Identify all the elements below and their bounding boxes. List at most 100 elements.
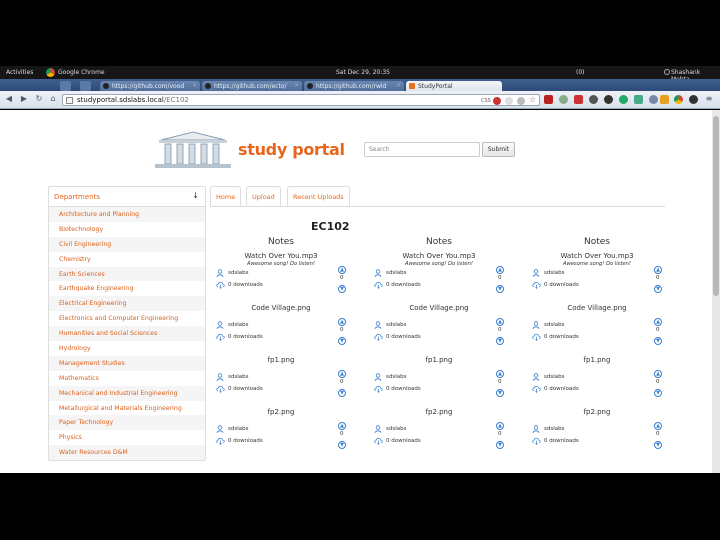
downvote-icon[interactable]: ▼ — [338, 337, 346, 345]
submit-button[interactable]: Submit — [482, 142, 515, 157]
downvote-icon[interactable]: ▼ — [338, 441, 346, 449]
upvote-icon[interactable]: ▲ — [496, 422, 504, 430]
file-name-link[interactable]: Code Village.png — [532, 304, 662, 312]
close-tab-icon[interactable]: × — [192, 82, 197, 89]
sidebar-item-department[interactable]: Metallurgical and Materials Engineering — [49, 401, 205, 416]
sidebar-item-department[interactable]: Civil Engineering — [49, 236, 205, 252]
extension-icon[interactable] — [574, 95, 583, 104]
extension-icon[interactable] — [619, 95, 628, 104]
tab-home[interactable]: Home — [210, 186, 242, 207]
extension-icon[interactable] — [559, 95, 568, 104]
downvote-icon[interactable]: ▼ — [654, 285, 662, 293]
block-icon[interactable] — [493, 97, 501, 105]
tab-studyportal[interactable]: StudyPortal — [406, 81, 502, 91]
extension-icon[interactable] — [660, 95, 669, 104]
uploader-name[interactable]: sdslabs — [228, 270, 248, 276]
uploader-name[interactable]: sdslabs — [228, 426, 248, 432]
sidebar-item-department[interactable]: Water Resources D&M — [49, 445, 205, 461]
upvote-icon[interactable]: ▲ — [338, 422, 346, 430]
sidebar-item-department[interactable]: Architecture and Planning — [49, 207, 205, 222]
tab-github-vood[interactable]: https://github.com/vood × — [100, 81, 200, 91]
site-title[interactable]: study portal — [238, 140, 345, 159]
tab-upload[interactable]: Upload — [246, 186, 281, 207]
sidebar-item-department[interactable]: Chemistry — [49, 252, 205, 267]
sidebar-item-department[interactable]: Humanities and Social Sciences — [49, 326, 205, 342]
downvote-icon[interactable]: ▼ — [338, 285, 346, 293]
close-tab-icon[interactable]: × — [396, 82, 401, 89]
clock[interactable]: Sat Dec 29, 20:35 — [336, 69, 390, 76]
downvote-icon[interactable]: ▼ — [496, 441, 504, 449]
downvote-icon[interactable]: ▼ — [496, 337, 504, 345]
departments-header[interactable]: Departments ↓ — [49, 187, 205, 207]
downvote-icon[interactable]: ▼ — [654, 441, 662, 449]
file-name-link[interactable]: fp2.png — [532, 408, 662, 416]
activities-button[interactable]: Activities — [6, 69, 33, 76]
extension-icon[interactable] — [544, 95, 553, 104]
sidebar-item-department[interactable]: Hydrology — [49, 341, 205, 356]
menu-wrench-icon[interactable]: ≡ — [704, 94, 714, 104]
sidebar-item-department[interactable]: Physics — [49, 430, 205, 445]
uploader-name[interactable]: sdslabs — [544, 374, 564, 380]
sidebar-item-department[interactable]: Mechanical and Industrial Engineering — [49, 385, 205, 401]
sidebar-item-department[interactable]: Mathematics — [49, 371, 205, 386]
forward-icon[interactable]: ▶ — [19, 94, 29, 104]
sidebar-item-department[interactable]: Paper Technology — [49, 415, 205, 431]
uploader-name[interactable]: sdslabs — [228, 322, 248, 328]
upvote-icon[interactable]: ▲ — [338, 370, 346, 378]
arrow-down-icon[interactable]: ↓ — [192, 191, 199, 200]
sidebar-item-department[interactable]: Earthquake Engineering — [49, 281, 205, 296]
downvote-icon[interactable]: ▼ — [496, 285, 504, 293]
file-name-link[interactable]: fp1.png — [216, 356, 346, 364]
back-icon[interactable]: ◀ — [4, 94, 14, 104]
extension-icon[interactable] — [634, 95, 643, 104]
css-badge[interactable]: CSS — [481, 98, 491, 104]
pinned-tab-gmail[interactable] — [60, 81, 71, 91]
uploader-name[interactable]: sdslabs — [544, 270, 564, 276]
uploader-name[interactable]: sdslabs — [544, 426, 564, 432]
home-icon[interactable]: ⌂ — [48, 94, 58, 104]
upvote-icon[interactable]: ▲ — [496, 266, 504, 274]
downvote-icon[interactable]: ▼ — [654, 389, 662, 397]
sidebar-item-department[interactable]: Biotechnology — [49, 222, 205, 237]
extension-icon[interactable] — [604, 95, 613, 104]
sidebar-item-department[interactable]: Electrical Engineering — [49, 296, 205, 312]
sidebar-item-department[interactable]: Earth Sciences — [49, 266, 205, 282]
page-scrollbar[interactable] — [712, 110, 720, 473]
upvote-icon[interactable]: ▲ — [496, 318, 504, 326]
file-name-link[interactable]: Code Village.png — [216, 304, 346, 312]
uploader-name[interactable]: sdslabs — [386, 426, 406, 432]
tab-github-rwld[interactable]: https://github.com/rwld × — [304, 81, 404, 91]
upvote-icon[interactable]: ▲ — [654, 318, 662, 326]
close-tab-icon[interactable]: × — [294, 82, 299, 89]
bookmark-star-icon[interactable]: ☆ — [529, 95, 536, 104]
scrollbar-thumb[interactable] — [713, 116, 719, 296]
search-input[interactable] — [364, 142, 480, 157]
upvote-icon[interactable]: ▲ — [654, 370, 662, 378]
sidebar-item-department[interactable]: Management Studies — [49, 355, 205, 371]
file-name-link[interactable]: Code Village.png — [374, 304, 504, 312]
pinned-tab[interactable] — [80, 81, 91, 91]
sidebar-item-department[interactable]: Electronics and Computer Engineering — [49, 311, 205, 326]
upvote-icon[interactable]: ▲ — [338, 266, 346, 274]
file-name-link[interactable]: fp2.png — [374, 408, 504, 416]
file-name-link[interactable]: fp2.png — [216, 408, 346, 416]
uploader-name[interactable]: sdslabs — [386, 322, 406, 328]
upvote-icon[interactable]: ▲ — [654, 266, 662, 274]
uploader-name[interactable]: sdslabs — [386, 270, 406, 276]
address-bar[interactable]: studyportal.sdslabs.local/EC102 CSS ☆ — [62, 94, 540, 106]
chrome-icon[interactable] — [674, 95, 683, 104]
uploader-name[interactable]: sdslabs — [386, 374, 406, 380]
upvote-icon[interactable]: ▲ — [496, 370, 504, 378]
tab-github-ecto[interactable]: https://github.com/ecto/ × — [202, 81, 302, 91]
tray-chat-status[interactable]: (0) — [576, 69, 585, 76]
uploader-name[interactable]: sdslabs — [228, 374, 248, 380]
extension-icon[interactable] — [505, 97, 513, 105]
upvote-icon[interactable]: ▲ — [338, 318, 346, 326]
reload-icon[interactable]: ↻ — [34, 94, 44, 104]
extension-icon[interactable] — [689, 95, 698, 104]
tab-recent-uploads[interactable]: Recent Uploads — [287, 186, 350, 207]
extension-icon[interactable] — [649, 95, 658, 104]
downvote-icon[interactable]: ▼ — [338, 389, 346, 397]
file-name-link[interactable]: fp1.png — [532, 356, 662, 364]
upvote-icon[interactable]: ▲ — [654, 422, 662, 430]
